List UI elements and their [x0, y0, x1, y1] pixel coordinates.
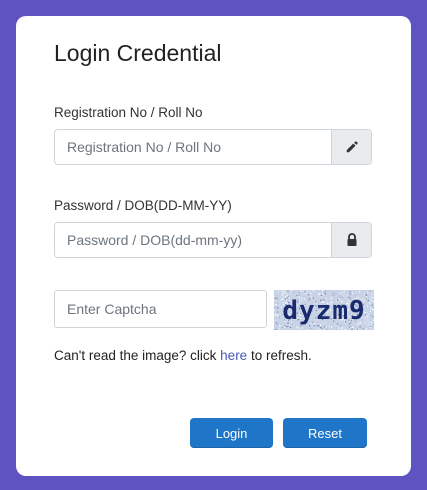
refresh-suffix: to refresh. [247, 348, 312, 363]
registration-input-group [54, 129, 372, 165]
registration-label: Registration No / Roll No [54, 105, 203, 120]
password-input-group [54, 222, 372, 258]
captcha-image: dyzm9 [274, 290, 374, 330]
login-card: Login Credential Registration No / Roll … [16, 16, 411, 476]
captcha-input[interactable] [54, 290, 267, 328]
password-label: Password / DOB(DD-MM-YY) [54, 198, 232, 213]
password-input[interactable] [55, 223, 331, 257]
refresh-prefix: Can't read the image? click [54, 348, 221, 363]
login-button[interactable]: Login [190, 418, 273, 448]
form-title: Login Credential [54, 40, 222, 66]
pencil-icon[interactable] [331, 130, 371, 164]
refresh-hint: Can't read the image? click here to refr… [54, 348, 312, 363]
refresh-link[interactable]: here [220, 348, 247, 363]
registration-input[interactable] [55, 130, 331, 164]
lock-icon[interactable] [331, 223, 371, 257]
captcha-text: dyzm9 [282, 296, 365, 326]
reset-button[interactable]: Reset [283, 418, 367, 448]
